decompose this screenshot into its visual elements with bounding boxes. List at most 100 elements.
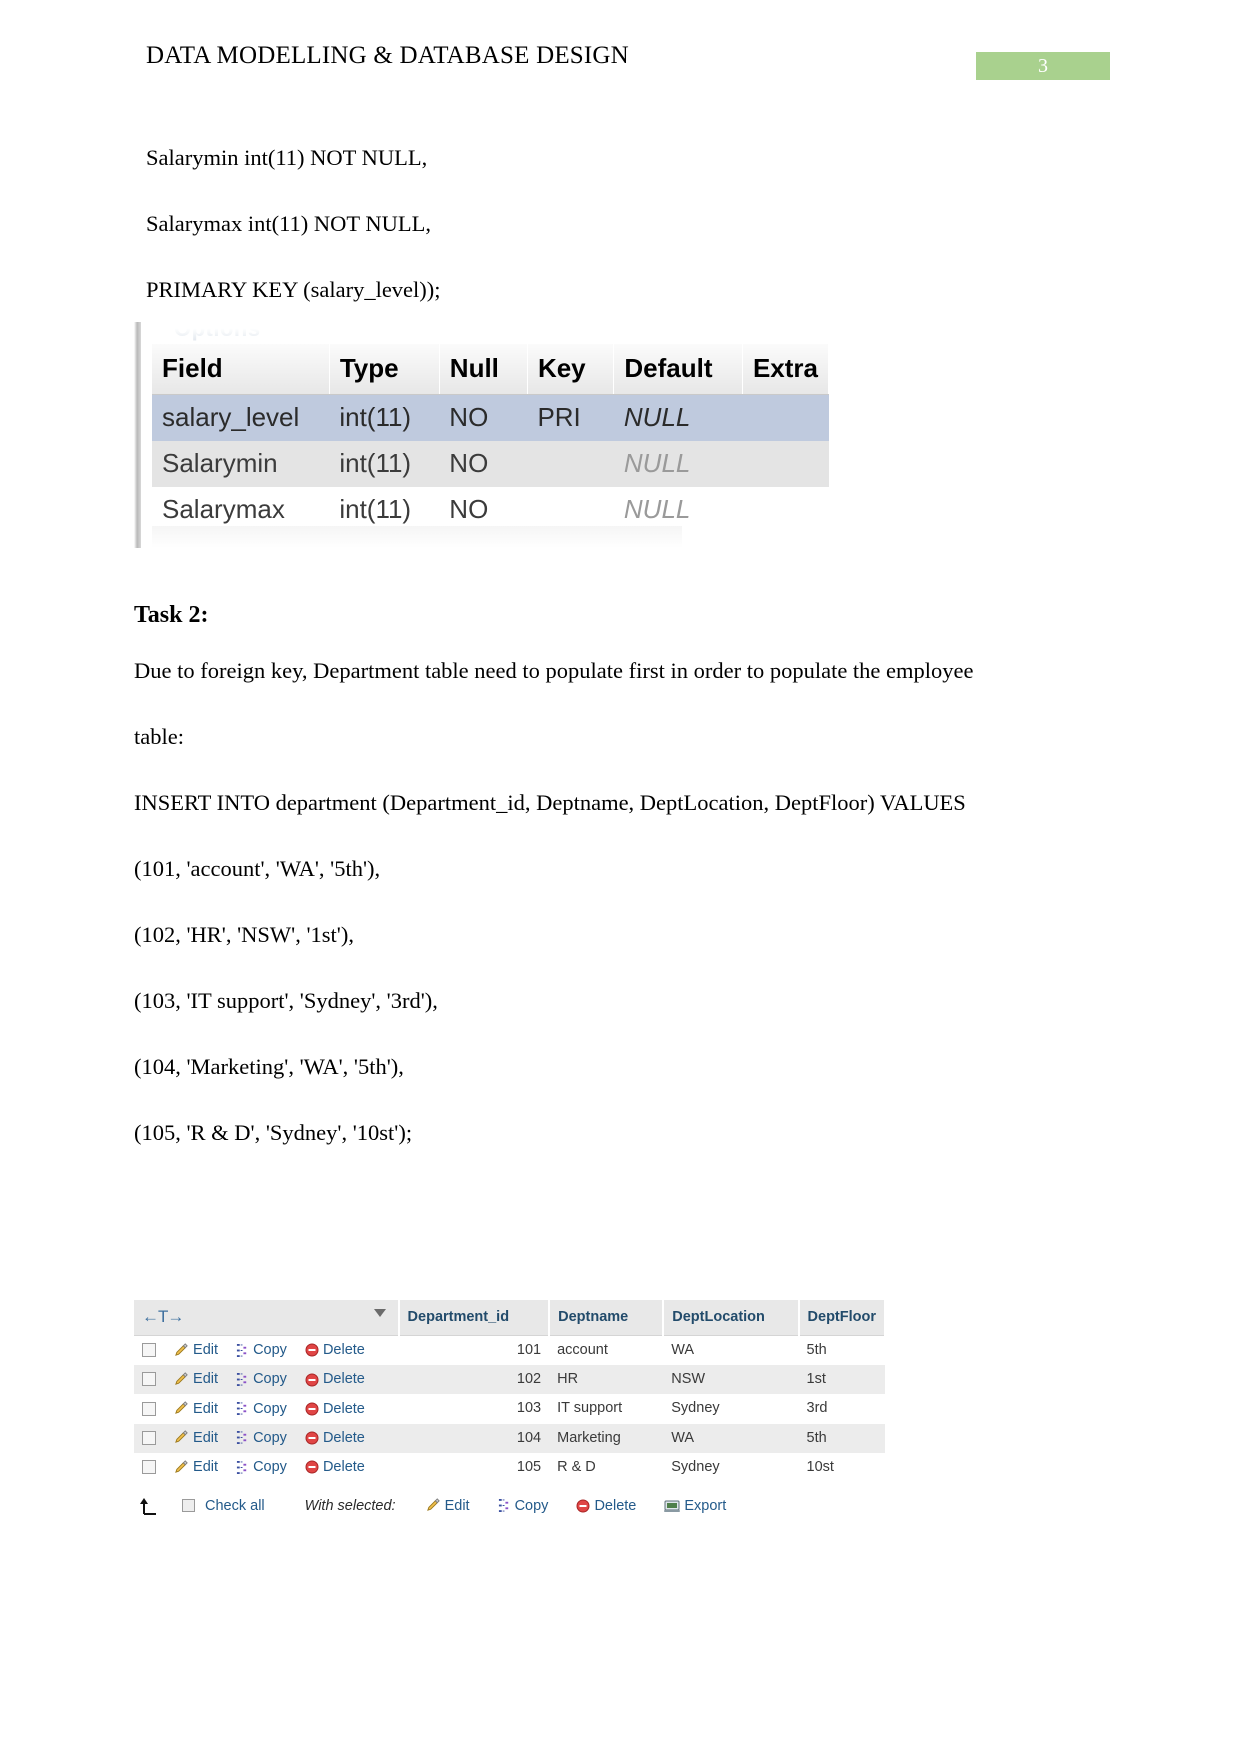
delete-button[interactable]: Delete (305, 1430, 365, 1446)
footer-edit-button[interactable]: Edit (426, 1498, 470, 1514)
structure-cell-field: salary_level (152, 394, 330, 441)
check-all-button[interactable]: Check all (182, 1498, 265, 1514)
table-row[interactable]: Edit Copy Delete 103 IT support Sydney 3… (134, 1394, 885, 1424)
edit-button[interactable]: Edit (174, 1401, 218, 1417)
row-select-checkbox[interactable] (142, 1401, 156, 1416)
delete-button[interactable]: Delete (305, 1371, 365, 1387)
page-number-badge: 3 (976, 52, 1110, 80)
structure-cell-null: NO (439, 441, 528, 487)
document-page: DATA MODELLING & DATABASE DESIGN 3 Salar… (0, 0, 1241, 1754)
grid-cell-department-id: 103 (398, 1394, 550, 1424)
values-line: (105, 'R & D', 'Sydney', '10st'); (134, 1120, 413, 1145)
grid-cell-deptfloor: 10st (798, 1452, 885, 1482)
check-all-label: Check all (205, 1497, 265, 1514)
grid-col-deptname[interactable]: Deptname (549, 1300, 665, 1336)
nav-arrows-icon[interactable]: ←T→ (142, 1307, 184, 1326)
copy-icon (498, 1498, 511, 1513)
grid-nav-header[interactable]: ←T→ (134, 1300, 400, 1336)
grid-col-deptfloor[interactable]: DeptFloor (798, 1300, 887, 1336)
structure-table: Field Type Null Key Default Extra salary… (152, 344, 829, 533)
footer-export-button[interactable]: Export (664, 1498, 726, 1514)
structure-col-default[interactable]: Default (613, 344, 743, 395)
table-row[interactable]: Edit Copy Delete 102 HR NSW 1st (134, 1365, 885, 1395)
structure-col-key[interactable]: Key (527, 344, 615, 395)
grid-col-deptlocation[interactable]: DeptLocation (663, 1300, 800, 1336)
delete-button[interactable]: Delete (305, 1342, 365, 1358)
structure-col-extra[interactable]: Extra (742, 344, 829, 395)
structure-cell-default: NULL (613, 441, 743, 487)
grid-col-department-id[interactable]: Department_id (398, 1300, 551, 1336)
copy-label: Copy (253, 1429, 287, 1446)
result-grid-table: ←T→ Department_id Deptname DeptLocation … (134, 1300, 887, 1482)
grid-cell-deptfloor: 5th (798, 1335, 885, 1366)
edit-button[interactable]: Edit (174, 1430, 218, 1446)
edit-button[interactable]: Edit (174, 1371, 218, 1387)
grid-cell-deptname: R & D (549, 1452, 664, 1482)
row-select-checkbox[interactable] (142, 1372, 156, 1387)
delete-button[interactable]: Delete (305, 1401, 365, 1417)
copy-button[interactable]: Copy (236, 1371, 287, 1387)
copy-icon (236, 1460, 249, 1475)
grid-cell-deptlocation: WA (663, 1335, 799, 1366)
grid-cell-deptname: HR (549, 1365, 664, 1395)
table-row[interactable]: Edit Copy Delete 104 Marketing WA 5th (134, 1423, 885, 1453)
pencil-icon (174, 1372, 189, 1387)
task-heading-block: Task 2: (134, 595, 1094, 635)
structure-col-field[interactable]: Field (152, 344, 330, 395)
grid-cell-department-id: 104 (398, 1423, 550, 1453)
chevron-down-icon[interactable] (373, 1309, 386, 1317)
select-all-arrow-icon[interactable] (138, 1496, 160, 1516)
edit-button[interactable]: Edit (174, 1342, 218, 1358)
sql-line: PRIMARY KEY (salary_level)); (146, 277, 441, 302)
structure-col-type[interactable]: Type (329, 344, 440, 395)
table-row[interactable]: Edit Copy Delete 105 R & D Sydney 10st (134, 1452, 885, 1482)
grid-cell-deptlocation: NSW (663, 1365, 799, 1395)
delete-label: Delete (322, 1400, 365, 1417)
structure-cell-key (527, 441, 614, 487)
copy-label: Copy (253, 1371, 287, 1388)
copy-button[interactable]: Copy (236, 1430, 287, 1446)
copy-button[interactable]: Copy (236, 1401, 287, 1417)
row-actions: Edit Copy Delete (134, 1423, 399, 1453)
result-grid-screenshot: ←T→ Department_id Deptname DeptLocation … (134, 1300, 887, 1516)
footer-export-label: Export (684, 1497, 727, 1514)
row-select-checkbox[interactable] (142, 1343, 156, 1358)
grid-cell-deptfloor: 3rd (798, 1394, 885, 1424)
footer-copy-button[interactable]: Copy (498, 1498, 548, 1514)
table-structure-screenshot: Options Field Type Null Key Default Extr… (134, 322, 829, 548)
task-intro-line: table: (134, 724, 184, 749)
structure-col-null[interactable]: Null (439, 344, 528, 395)
table-row[interactable]: Edit Copy Delete 101 account WA 5th (134, 1335, 885, 1366)
delete-icon (576, 1499, 590, 1513)
copy-icon (236, 1343, 249, 1358)
copy-label: Copy (253, 1400, 287, 1417)
values-line: (101, 'account', 'WA', '5th'), (134, 856, 381, 881)
grid-cell-deptlocation: Sydney (663, 1394, 799, 1424)
grid-cell-deptfloor: 1st (798, 1365, 885, 1395)
row-select-checkbox[interactable] (142, 1459, 156, 1474)
row-actions: Edit Copy Delete (134, 1394, 399, 1424)
table-row[interactable]: Salarymin int(11) NO NULL (152, 441, 829, 487)
result-grid-header-row: ←T→ Department_id Deptname DeptLocation … (134, 1300, 887, 1336)
structure-cell-key: PRI (527, 394, 614, 441)
check-all-checkbox[interactable] (182, 1499, 195, 1513)
copy-button[interactable]: Copy (236, 1459, 287, 1475)
copy-button[interactable]: Copy (236, 1342, 287, 1358)
table-row[interactable]: salary_level int(11) NO PRI NULL (152, 394, 829, 441)
grid-cell-department-id: 101 (398, 1335, 550, 1366)
delete-button[interactable]: Delete (305, 1459, 365, 1475)
delete-icon (305, 1402, 319, 1416)
footer-delete-button[interactable]: Delete (576, 1498, 636, 1514)
document-header: DATA MODELLING & DATABASE DESIGN (146, 42, 1111, 82)
row-select-checkbox[interactable] (142, 1430, 156, 1445)
edit-button[interactable]: Edit (174, 1459, 218, 1475)
grid-cell-department-id: 105 (398, 1452, 550, 1482)
structure-cell-extra (742, 441, 829, 487)
pencil-icon (174, 1430, 189, 1445)
insert-statement: INSERT INTO department (Department_id, D… (134, 790, 966, 815)
structure-cell-default: NULL (613, 394, 743, 441)
copy-icon (236, 1401, 249, 1416)
values-line: (102, 'HR', 'NSW', '1st'), (134, 922, 354, 947)
copy-label: Copy (253, 1458, 287, 1475)
pencil-icon (426, 1498, 441, 1513)
